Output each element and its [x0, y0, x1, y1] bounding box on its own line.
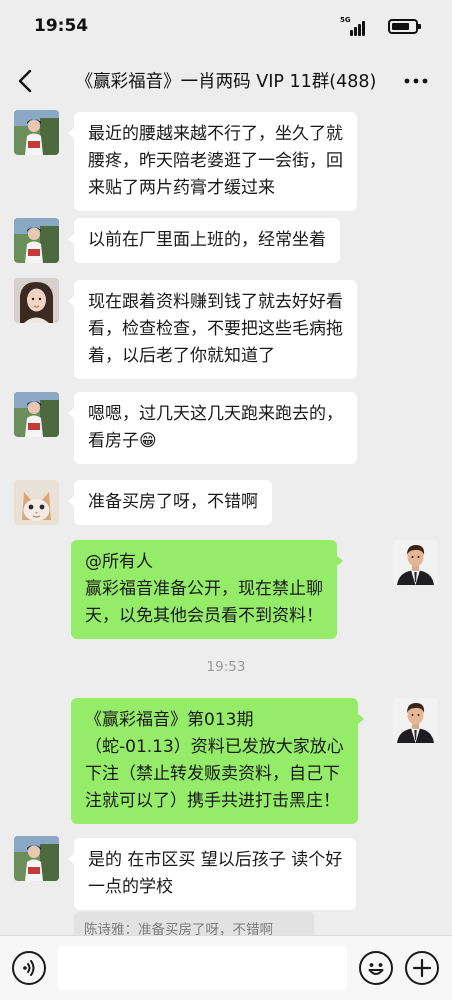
- message-text-line: 腰疼，昨天陪老婆逛了一会街，回: [88, 151, 343, 171]
- message-text-line: 一点的学校: [88, 877, 173, 897]
- message-timestamp: 19:53: [206, 659, 246, 675]
- message-bubble[interactable]: 准备买房了呀，不错啊: [68, 480, 272, 525]
- message-text-line: @所有人: [85, 552, 153, 572]
- message-text-line: 现在跟着资料赚到钱了就去好好看: [88, 292, 343, 312]
- man-suit-avatar[interactable]: [393, 540, 438, 585]
- message-text-line: 是的 在市区买 望以后孩子 读个好: [88, 850, 343, 870]
- plus-icon: [412, 958, 432, 978]
- message-bubble[interactable]: 嗯嗯，过几天这几天跑来跑去的， 看房子😁: [68, 392, 357, 464]
- man-suit-avatar[interactable]: [393, 698, 438, 743]
- emoji-icon: [368, 963, 384, 975]
- more-functions-button[interactable]: [405, 951, 439, 985]
- message-text-line: 天，以免其他会员看不到资料！: [85, 606, 323, 626]
- cat-avatar[interactable]: [14, 480, 59, 525]
- message-text-line: 看，检查检查，不要把这些毛病拖: [88, 319, 343, 339]
- girl-photo-avatar[interactable]: [14, 218, 59, 263]
- status-icons: 5G: [332, 16, 422, 38]
- status-time: 19:54: [34, 16, 89, 36]
- message-text-line: 准备买房了呀，不错啊: [88, 492, 258, 512]
- message-bubble-self[interactable]: @所有人 赢彩福音准备公开，现在禁止聊 天，以免其他会员看不到资料！: [71, 540, 343, 639]
- chat-title: 《赢彩福音》一肖两码 VIP 11群(488): [75, 72, 377, 92]
- message-text-line: 最近的腰越来越不行了，坐久了就: [88, 124, 343, 144]
- status-bar: 19:54 5G: [0, 0, 452, 56]
- message-text-line: 以前在厂里面上班的，经常坐着: [88, 230, 326, 250]
- message-input[interactable]: [58, 946, 347, 990]
- message-bubble[interactable]: 现在跟着资料赚到钱了就去好好看 看，检查检查，不要把这些毛病拖 着，以后老了你就…: [68, 280, 357, 379]
- emoji-button[interactable]: [359, 951, 393, 985]
- message-text-line: 注就可以了）携手共进打击黑庄！: [85, 791, 340, 811]
- chat-message-list[interactable]: 最近的腰越来越不行了，坐久了就 腰疼，昨天陪老婆逛了一会街，回 来贴了两片药膏才…: [0, 106, 452, 938]
- girl-photo-avatar[interactable]: [14, 392, 59, 437]
- voice-icon: [23, 960, 35, 976]
- message-text-line: 赢彩福音准备公开，现在禁止聊: [85, 579, 323, 599]
- message-text-line: （蛇-01.13）资料已发放大家放心: [85, 737, 344, 757]
- message-bubble[interactable]: 最近的腰越来越不行了，坐久了就 腰疼，昨天陪老婆逛了一会街，回 来贴了两片药膏才…: [68, 112, 357, 211]
- message-bubble[interactable]: 以前在厂里面上班的，经常坐着: [68, 218, 340, 263]
- message-text-line: 《赢彩福音》第013期: [85, 710, 254, 730]
- back-arrow-icon[interactable]: [14, 68, 40, 94]
- battery-level: [392, 23, 409, 30]
- message-text-line: 来贴了两片药膏才缓过来: [88, 178, 275, 198]
- chat-header: 《赢彩福音》一肖两码 VIP 11群(488): [0, 56, 452, 106]
- signal-icon: 5G: [340, 16, 366, 36]
- message-text-line: 嗯嗯，过几天这几天跑来跑去的，: [88, 404, 343, 424]
- message-bubble[interactable]: 是的 在市区买 望以后孩子 读个好 一点的学校: [67, 838, 357, 910]
- girl-photo-avatar[interactable]: [14, 110, 59, 155]
- woman-portrait-avatar[interactable]: [14, 278, 59, 323]
- message-bubble-self[interactable]: 《赢彩福音》第013期 （蛇-01.13）资料已发放大家放心 下注（禁止转发贩卖…: [71, 698, 364, 824]
- voice-input-button[interactable]: [12, 951, 46, 985]
- message-text-line: 下注（禁止转发贩卖资料，自己下: [85, 764, 340, 784]
- input-bar: [0, 935, 452, 1000]
- message-text-line: 看房子😁: [88, 431, 157, 451]
- network-type-label: 5G: [340, 16, 351, 24]
- more-options-icon[interactable]: [402, 68, 430, 94]
- battery-icon: [388, 19, 421, 34]
- message-text-line: 着，以后老了你就知道了: [88, 346, 275, 366]
- girl-photo-avatar[interactable]: [14, 836, 59, 881]
